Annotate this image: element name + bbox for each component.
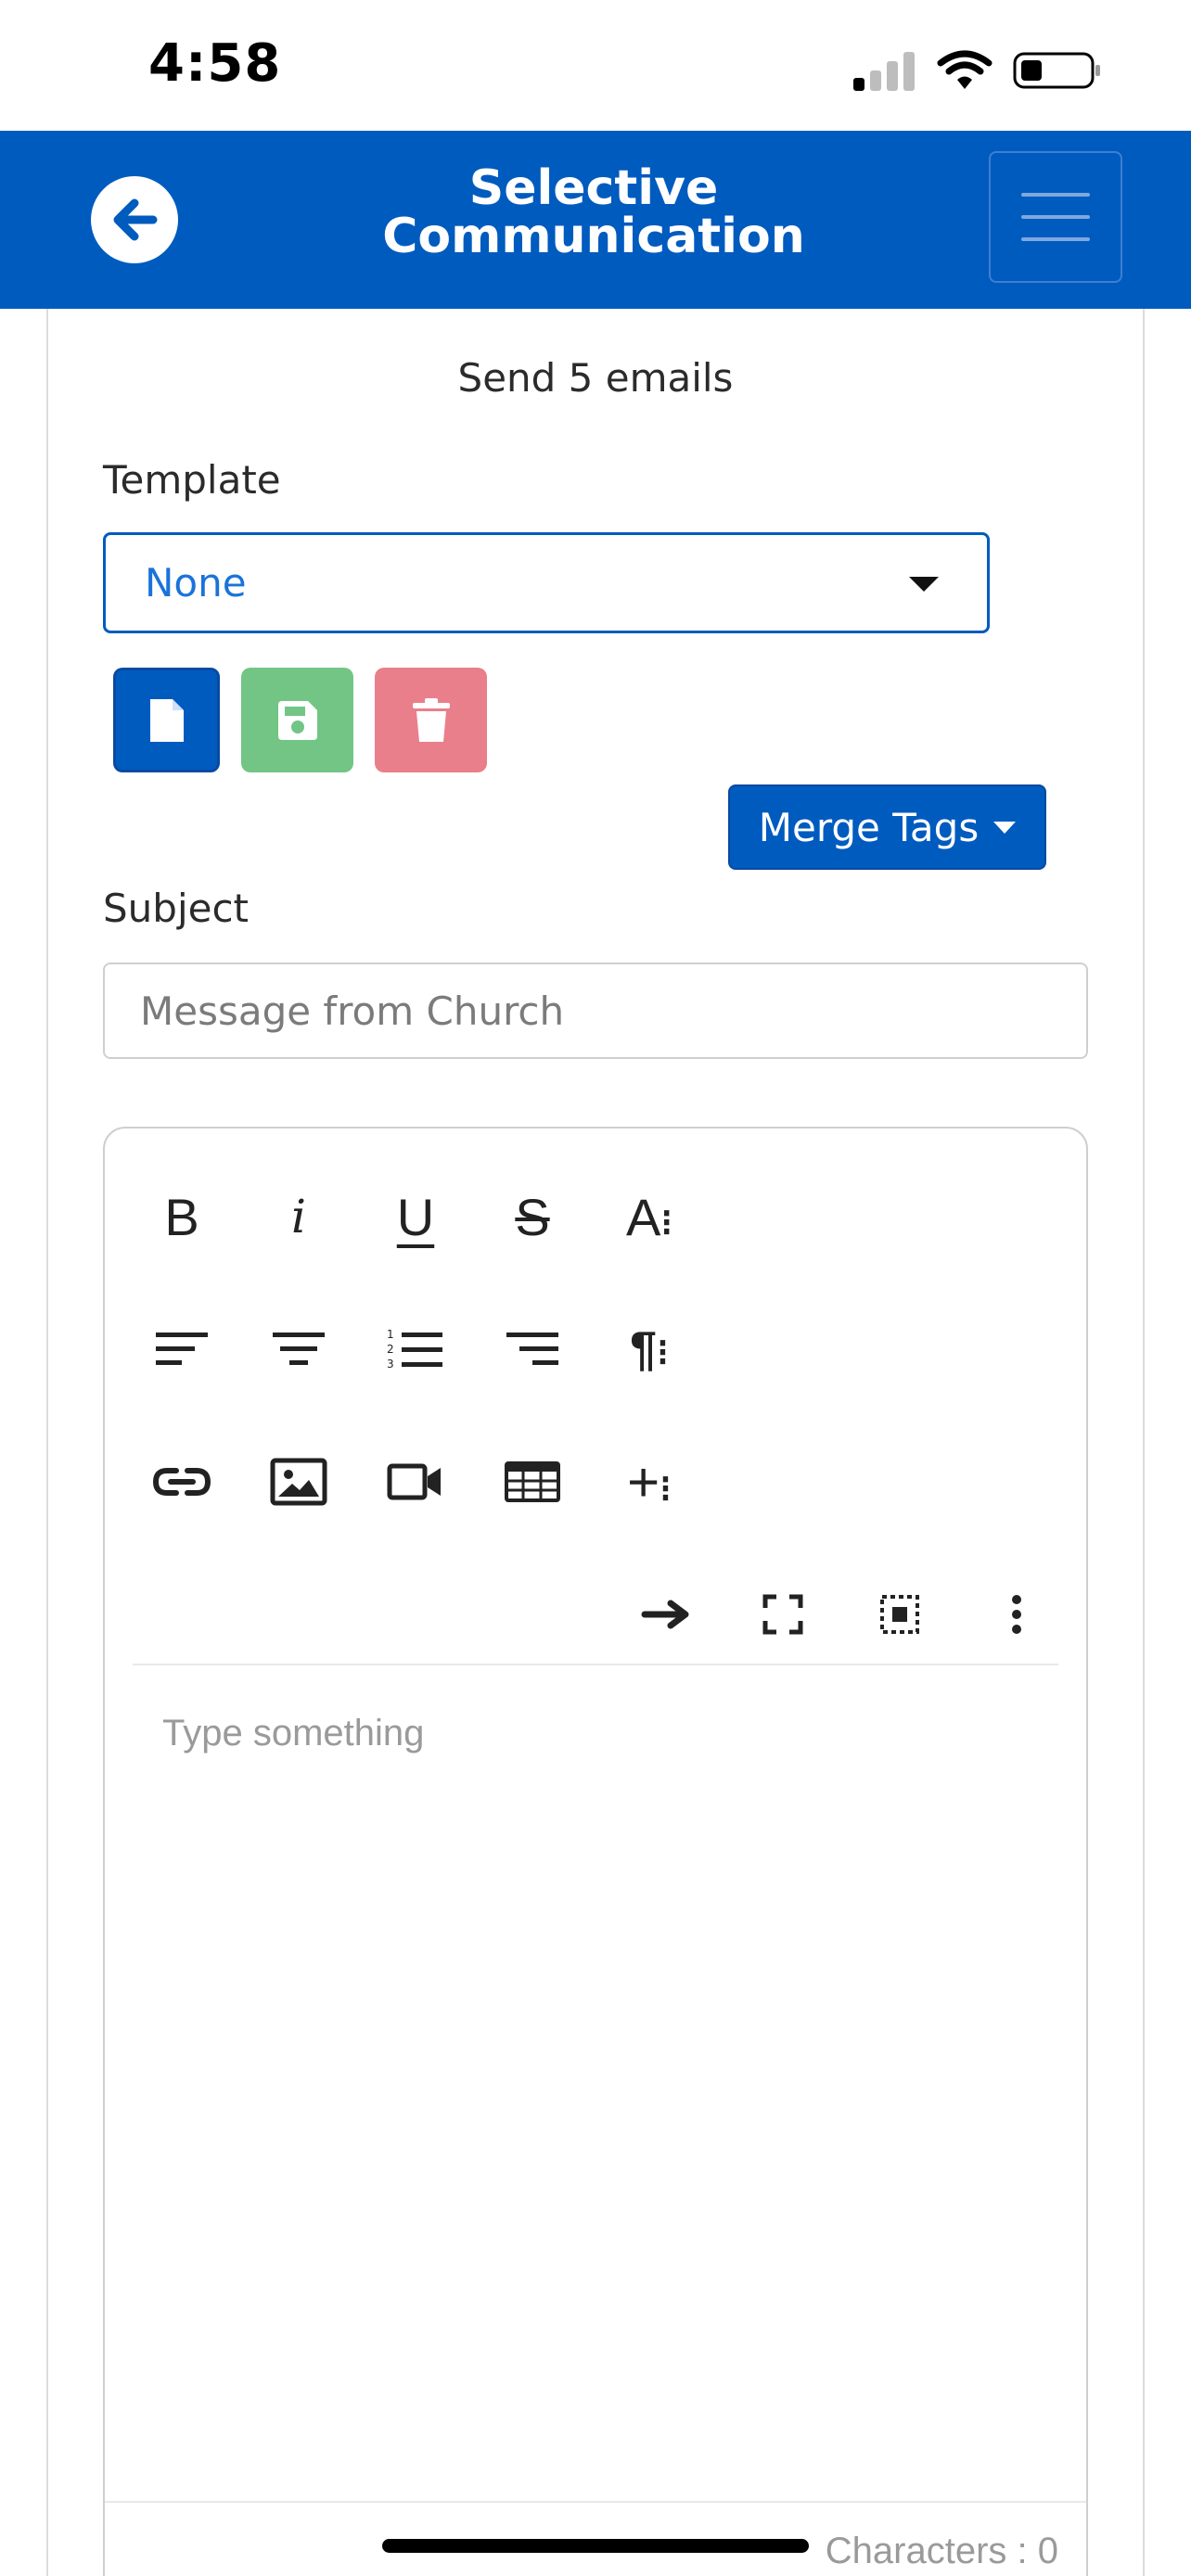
menu-button[interactable] — [989, 151, 1122, 283]
italic-icon: i — [291, 1190, 306, 1243]
send-info: Send 5 emails — [457, 355, 734, 401]
insert-table-button[interactable] — [491, 1440, 574, 1524]
paragraph-format-button[interactable]: ¶⁝ — [608, 1307, 691, 1391]
home-indicator — [382, 2539, 809, 2553]
svg-text:2: 2 — [387, 1343, 394, 1356]
ordered-list-button[interactable]: 1 2 3 — [374, 1307, 457, 1391]
signal-icon — [853, 52, 915, 91]
more-options-button[interactable] — [975, 1573, 1058, 1656]
align-left-button[interactable] — [140, 1307, 224, 1391]
svg-text:1: 1 — [387, 1328, 394, 1341]
align-center-button[interactable] — [257, 1307, 340, 1391]
wifi-icon — [937, 50, 992, 89]
svg-text:3: 3 — [387, 1358, 394, 1371]
paragraph-format-icon: ¶⁝ — [630, 1322, 669, 1376]
indent-button[interactable] — [624, 1573, 708, 1656]
status-time: 4:58 — [148, 33, 282, 94]
underline-button[interactable]: U — [374, 1175, 457, 1258]
new-template-button[interactable] — [113, 668, 220, 772]
template-label: Template — [103, 457, 281, 503]
status-bar: 4:58 — [0, 0, 1191, 131]
hamburger-icon — [1021, 193, 1090, 197]
link-icon — [152, 1468, 211, 1496]
align-left-icon — [156, 1333, 208, 1365]
align-center-icon — [273, 1333, 325, 1365]
hamburger-icon-bar — [1021, 215, 1090, 219]
battery-icon — [1013, 52, 1100, 89]
insert-image-button[interactable] — [257, 1440, 340, 1524]
align-right-button[interactable] — [491, 1307, 574, 1391]
align-right-icon — [506, 1333, 558, 1365]
font-options-icon: A⁝ — [625, 1187, 673, 1246]
editor-placeholder: Type something — [162, 1713, 425, 1753]
arrow-right-icon — [641, 1600, 689, 1629]
editor-content-area[interactable]: Type something — [133, 1666, 1058, 2501]
editor-footer-divider — [105, 2501, 1086, 2503]
file-icon — [149, 698, 184, 742]
select-all-icon — [880, 1595, 919, 1634]
subject-input[interactable] — [103, 963, 1088, 1059]
floppy-disk-icon — [277, 700, 317, 740]
page-title-line1: Selective — [468, 160, 719, 216]
toolbar-divider — [133, 1664, 1058, 1665]
merge-tags-button[interactable]: Merge Tags — [728, 784, 1046, 870]
rich-text-editor: B i U S A⁝ 1 2 3 ¶⁝ +⁝ Type something Ch… — [103, 1127, 1088, 2576]
template-select-value: None — [145, 560, 247, 606]
bold-button[interactable]: B — [140, 1175, 224, 1258]
strikethrough-icon: S — [515, 1187, 550, 1246]
back-button[interactable] — [91, 176, 178, 263]
fullscreen-icon — [762, 1594, 803, 1635]
underline-icon: U — [396, 1187, 435, 1246]
table-icon — [505, 1461, 560, 1502]
video-icon — [387, 1463, 441, 1500]
ordered-list-icon: 1 2 3 — [387, 1328, 442, 1371]
template-select[interactable]: None — [103, 532, 990, 633]
bold-icon: B — [164, 1187, 199, 1246]
insert-more-button[interactable]: +⁝ — [608, 1440, 691, 1524]
insert-link-button[interactable] — [140, 1440, 224, 1524]
save-template-button[interactable] — [241, 668, 353, 772]
insert-video-button[interactable] — [374, 1440, 457, 1524]
font-options-button[interactable]: A⁝ — [608, 1175, 691, 1258]
strikethrough-button[interactable]: S — [491, 1175, 574, 1258]
hamburger-icon-bar — [1021, 237, 1090, 241]
status-icons — [852, 48, 1102, 93]
character-count: Characters : 0 — [825, 2531, 1058, 2571]
merge-tags-label: Merge Tags — [758, 804, 980, 850]
caret-down-icon — [993, 821, 1017, 834]
select-all-button[interactable] — [858, 1573, 941, 1656]
subject-label: Subject — [103, 886, 250, 931]
trash-icon — [412, 697, 450, 742]
arrow-left-icon — [113, 198, 158, 241]
italic-button[interactable]: i — [257, 1175, 340, 1258]
page-title: Selective Communication — [278, 164, 909, 261]
page-title-line2: Communication — [382, 209, 805, 264]
delete-template-button[interactable] — [375, 668, 487, 772]
fullscreen-button[interactable] — [741, 1573, 825, 1656]
app-header: Selective Communication — [0, 131, 1191, 309]
more-options-icon — [1012, 1595, 1021, 1634]
chevron-down-icon — [909, 577, 939, 592]
image-icon — [270, 1458, 327, 1506]
insert-more-icon: +⁝ — [627, 1450, 672, 1513]
